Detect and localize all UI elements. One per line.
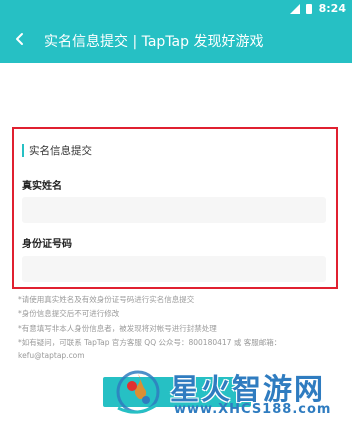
app-bar: 实名信息提交 | TapTap 发现好游戏 [0,18,352,63]
status-time: 8:24 [318,2,346,15]
id-number-input[interactable] [22,256,326,282]
note-line: *有意填写非本人身份信息者，被发现将对帐号进行封禁处理 [18,324,217,333]
support-email-link[interactable]: kefu@taptap.com [18,351,85,360]
back-button[interactable] [8,27,32,51]
battery-icon [306,4,312,14]
status-bar: 8:24 [0,0,352,18]
id-number-label: 身份证号码 [22,239,72,250]
section-accent-bar [22,143,24,157]
note-line: *身份信息提交后不可进行修改 [18,309,120,318]
note-line: *请使用真实姓名及有效身份证号码进行实名信息提交 [18,295,195,304]
watermark-logo-icon [116,370,160,414]
realname-form-panel: 实名信息提交 真实姓名 身份证号码 [12,127,338,289]
watermark: 星火智游网 www.XHCS188.com [110,364,352,421]
signal-icon [290,4,300,14]
section-title: 实名信息提交 [29,144,92,157]
real-name-label: 真实姓名 [22,181,62,192]
section-header: 实名信息提交 [22,143,92,157]
chevron-left-icon [16,33,23,45]
note-line: *如有疑问，可联系 TapTap 官方客服 QQ 公众号：800180417 或… [18,338,282,347]
watermark-url: www.XHCS188.com [174,402,332,417]
real-name-input[interactable] [22,197,326,223]
page-title: 实名信息提交 | TapTap 发现好游戏 [44,34,264,50]
